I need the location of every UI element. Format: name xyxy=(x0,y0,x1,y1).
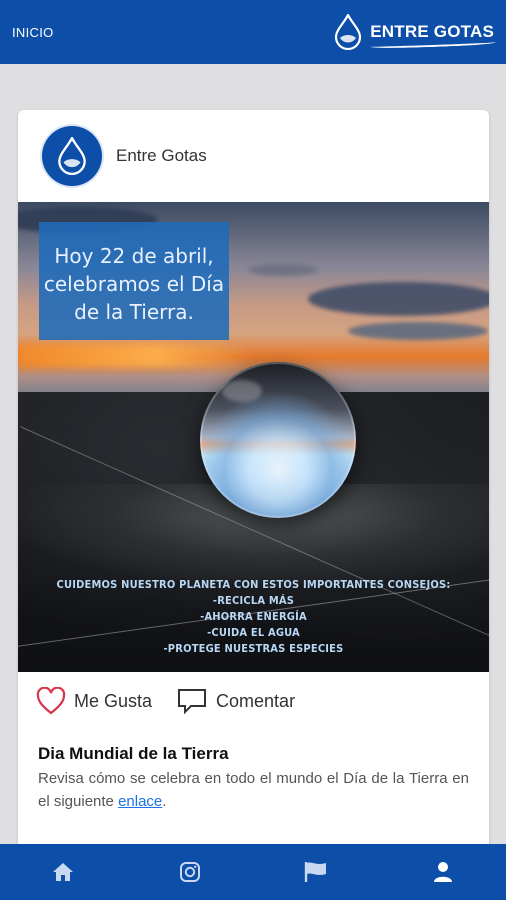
water-drop-icon xyxy=(58,137,86,175)
top-app-bar: INICIO ENTRE GOTAS xyxy=(0,0,506,64)
brand-name: ENTRE GOTAS xyxy=(370,22,494,41)
water-drop-icon xyxy=(335,14,362,50)
nav-instagram[interactable] xyxy=(160,852,220,892)
home-link[interactable]: INICIO xyxy=(12,25,54,40)
nav-home[interactable] xyxy=(33,852,93,892)
post-link[interactable]: enlace xyxy=(118,793,162,810)
instagram-icon xyxy=(179,862,200,882)
post-actions: Me Gusta Comentar xyxy=(18,672,489,730)
crystal-ball xyxy=(200,362,356,518)
bottom-nav xyxy=(0,844,506,900)
comment-icon xyxy=(178,689,207,715)
nav-flag[interactable] xyxy=(286,852,346,892)
post-description: Revisa cómo se celebra en todo el mundo … xyxy=(38,770,469,810)
comment-button[interactable]: Comentar xyxy=(176,687,295,715)
brand-logo: ENTRE GOTAS xyxy=(334,14,494,50)
post-image[interactable]: Hoy 22 de abril, celebramos el Día de la… xyxy=(18,202,489,672)
post-card: Entre Gotas Hoy 22 de abril, celebramos … xyxy=(18,110,489,870)
flag-icon xyxy=(305,862,327,882)
post-author[interactable]: Entre Gotas xyxy=(116,146,207,166)
tips-heading: CUIDEMOS NUESTRO PLANETA CON ESTOS IMPOR… xyxy=(56,578,451,591)
tip-item: -PROTEGE NUESTRAS ESPECIES xyxy=(163,642,344,655)
avatar[interactable] xyxy=(42,126,102,186)
image-overlay-text: Hoy 22 de abril, celebramos el Día de la… xyxy=(39,222,229,340)
tip-item: -AHORRA ENERGÍA xyxy=(200,610,307,623)
nav-profile[interactable] xyxy=(413,852,473,892)
post-title: Dia Mundial de la Tierra xyxy=(38,744,229,763)
tip-item: -CUIDA EL AGUA xyxy=(207,626,300,639)
home-icon xyxy=(53,863,74,881)
tip-item: -RECICLA MÁS xyxy=(212,594,295,607)
image-tips: CUIDEMOS NUESTRO PLANETA CON ESTOS IMPOR… xyxy=(18,577,489,657)
like-button[interactable]: Me Gusta xyxy=(36,687,152,715)
heart-icon xyxy=(36,687,66,715)
like-label: Me Gusta xyxy=(74,690,153,711)
post-header: Entre Gotas xyxy=(18,110,489,202)
post-body: Dia Mundial de la Tierra Revisa cómo se … xyxy=(18,730,489,813)
comment-label: Comentar xyxy=(216,690,296,711)
user-icon xyxy=(433,862,452,882)
